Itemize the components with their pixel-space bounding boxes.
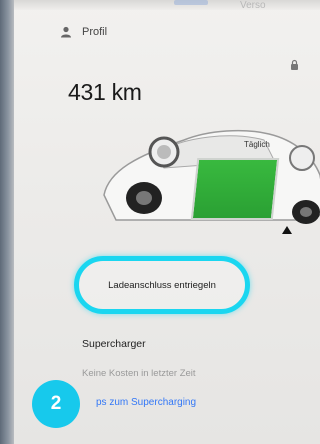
- supercharging-tips-link[interactable]: ps zum Supercharging: [96, 397, 196, 408]
- person-icon: [60, 26, 72, 38]
- profile-row[interactable]: Profil: [60, 26, 107, 38]
- unlock-charge-port-label: Ladeanschluss entriegeln: [108, 279, 216, 291]
- supercharger-status: Keine Kosten in letzter Zeit: [82, 368, 196, 379]
- arrow-up-icon: [282, 226, 292, 234]
- top-tab-indicator: [174, 0, 208, 5]
- top-strip: [14, 0, 320, 10]
- profile-label: Profil: [82, 26, 108, 38]
- supercharger-title: Supercharger: [82, 338, 146, 350]
- unlock-charge-port-button[interactable]: Ladeanschluss entriegeln: [74, 256, 250, 314]
- charging-panel: [190, 158, 280, 220]
- step-badge: 2: [32, 380, 80, 428]
- lock-icon[interactable]: [290, 58, 299, 76]
- background-edge: [0, 0, 14, 444]
- charge-mode-label[interactable]: Täglich: [244, 140, 270, 149]
- top-faint-label: Verso: [240, 0, 266, 11]
- tesla-app-screen: Verso Profil 431 km Täglich Ladeanschlus…: [14, 0, 320, 444]
